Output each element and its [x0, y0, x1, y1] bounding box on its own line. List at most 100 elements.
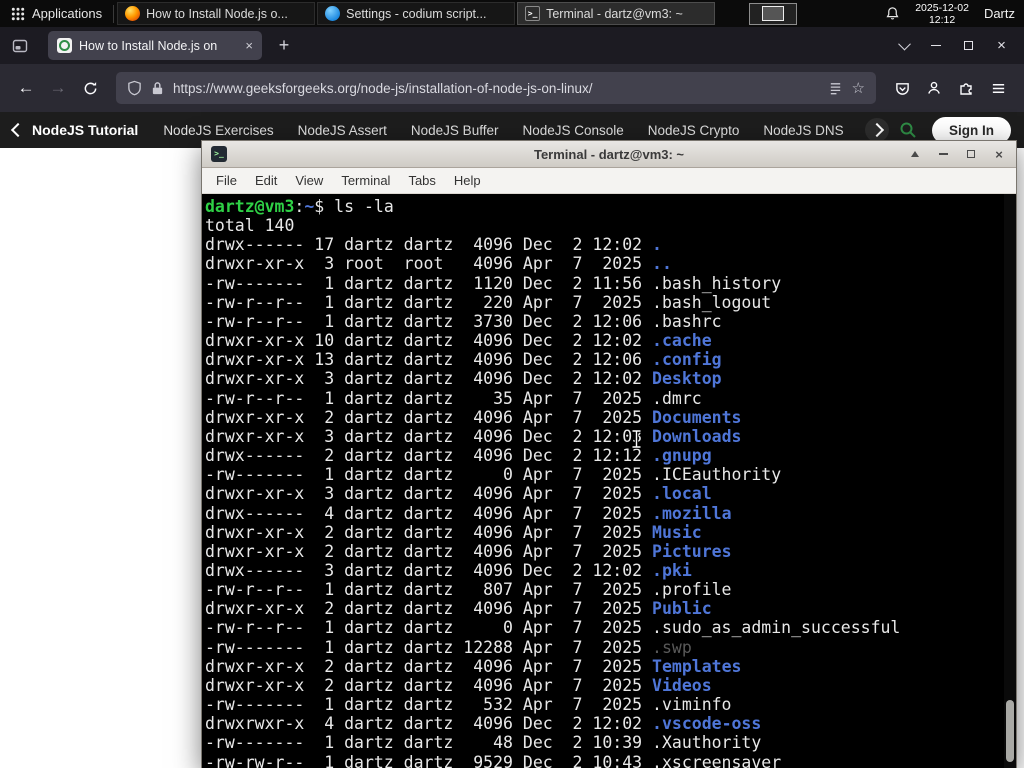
terminal-line: drwxr-xr-x 3 dartz dartz 4096 Dec 2 12:0…: [205, 426, 742, 446]
terminal-line: -rw------- 1 dartz dartz 0 Apr 7 2025 .I…: [205, 465, 782, 485]
taskbar-button[interactable]: Settings - codium script...: [317, 2, 516, 25]
menu-view[interactable]: View: [286, 168, 332, 193]
menu-help[interactable]: Help: [445, 168, 490, 193]
minimize-icon: [938, 153, 948, 155]
nav-next-chevron-icon: [869, 122, 885, 138]
new-tab-button[interactable]: +: [270, 32, 298, 60]
terminal-line: drwx------ 3 dartz dartz 4096 Dec 2 12:0…: [205, 560, 692, 580]
applications-menu[interactable]: Applications: [0, 0, 113, 27]
terminal-line: drwxr-xr-x 3 dartz dartz 4096 Apr 7 2025…: [205, 484, 712, 504]
nav-link[interactable]: NodeJS Assert: [298, 123, 387, 138]
terminal-line: drwxr-xr-x 13 dartz dartz 4096 Dec 2 12:…: [205, 350, 722, 370]
nav-link[interactable]: NodeJS Crypto: [648, 123, 740, 138]
terminal-line: drwxr-xr-x 2 dartz dartz 4096 Apr 7 2025…: [205, 407, 742, 427]
terminal-line: drwx------ 4 dartz dartz 4096 Apr 7 2025…: [205, 503, 732, 523]
terminal-line: drwxr-xr-x 10 dartz dartz 4096 Dec 2 12:…: [205, 331, 712, 351]
tab-close-icon[interactable]: ×: [243, 38, 253, 53]
terminal-window: >_ Terminal - dartz@vm3: ~ × File Edit Vie…: [201, 140, 1017, 768]
pocket-icon: [895, 82, 909, 95]
url-text[interactable]: https://www.geeksforgeeks.org/node-js/in…: [173, 81, 819, 96]
shield-icon[interactable]: [127, 80, 142, 96]
panel-status-area: 2025-12-02 12:12 Dartz: [885, 2, 1024, 26]
taskbar-button-label: How to Install Node.js o...: [146, 6, 288, 21]
workspace-switcher[interactable]: [749, 2, 798, 25]
menu-button[interactable]: [982, 72, 1014, 104]
clock-date: 2025-12-02: [915, 1, 969, 14]
nav-link-active[interactable]: NodeJS Tutorial: [32, 122, 138, 138]
browser-minimize-button[interactable]: [919, 32, 952, 60]
lock-icon[interactable]: [151, 81, 164, 96]
nav-next-button[interactable]: [865, 118, 889, 142]
terminal-shade-button[interactable]: [907, 146, 923, 162]
terminal-line: -rw-r--r-- 1 dartz dartz 0 Apr 7 2025 .s…: [205, 618, 901, 638]
nav-link[interactable]: NodeJS Buffer: [411, 123, 499, 138]
menu-terminal[interactable]: Terminal: [332, 168, 399, 193]
user-menu[interactable]: Dartz: [984, 6, 1015, 21]
top-panel: Applications How to Install Node.js o...…: [0, 0, 1024, 27]
terminal-maximize-button[interactable]: [963, 146, 979, 162]
terminal-minimize-button[interactable]: [935, 146, 951, 162]
taskbar-button[interactable]: How to Install Node.js o...: [117, 2, 316, 25]
notification-bell-icon[interactable]: [885, 6, 900, 21]
reader-mode-icon[interactable]: [828, 81, 843, 96]
tab-favicon-icon: [57, 38, 72, 53]
terminal-scrollbar[interactable]: [1004, 194, 1016, 768]
menu-edit[interactable]: Edit: [246, 168, 286, 193]
maximize-icon: [964, 41, 973, 50]
reload-icon: [84, 81, 96, 94]
search-icon[interactable]: [899, 121, 917, 139]
terminal-line: -rw-r--r-- 1 dartz dartz 220 Apr 7 2025 …: [205, 292, 772, 312]
tab-bar: How to Install Node.js on × + ×: [0, 27, 1024, 64]
terminal-line: drwx------ 2 dartz dartz 4096 Dec 2 12:1…: [205, 446, 712, 466]
terminal-line: drwxr-xr-x 2 dartz dartz 4096 Apr 7 2025…: [205, 675, 712, 695]
terminal-line: -rw------- 1 dartz dartz 1120 Dec 2 11:5…: [205, 273, 782, 293]
menu-file[interactable]: File: [207, 168, 246, 193]
reload-button[interactable]: [74, 72, 106, 104]
applications-label: Applications: [32, 6, 103, 21]
terminal-close-button[interactable]: ×: [991, 146, 1007, 162]
terminal-line: -rw-rw-r-- 1 dartz dartz 9529 Dec 2 10:4…: [205, 752, 782, 768]
terminal-line: drwxr-xr-x 2 dartz dartz 4096 Apr 7 2025…: [205, 541, 732, 561]
url-bar[interactable]: https://www.geeksforgeeks.org/node-js/in…: [116, 72, 876, 104]
back-button[interactable]: ←: [10, 72, 42, 104]
bookmark-star-icon[interactable]: ☆: [852, 79, 865, 97]
nav-link[interactable]: NodeJS DNS: [763, 123, 843, 138]
terminal-line: drwxr-xr-x 2 dartz dartz 4096 Apr 7 2025…: [205, 599, 712, 619]
terminal-scrollbar-thumb[interactable]: [1006, 700, 1014, 762]
terminal-line: total 140: [205, 216, 295, 236]
browser-maximize-button[interactable]: [952, 32, 985, 60]
account-icon: [928, 81, 940, 94]
codium-icon: [325, 6, 341, 21]
forward-button[interactable]: →: [42, 72, 74, 104]
hamburger-menu-icon: [992, 83, 1004, 93]
clock[interactable]: 2025-12-02 12:12: [915, 2, 969, 26]
terminal-titlebar[interactable]: >_ Terminal - dartz@vm3: ~ ×: [202, 141, 1016, 168]
list-all-tabs-button[interactable]: [889, 32, 919, 60]
chevron-down-icon: [897, 37, 911, 51]
terminal-menubar: File Edit View Terminal Tabs Help: [202, 168, 1016, 194]
pocket-button[interactable]: [886, 72, 918, 104]
extensions-puzzle-icon: [960, 83, 972, 95]
taskbar: How to Install Node.js o... Settings - co…: [117, 0, 717, 27]
extensions-button[interactable]: [950, 72, 982, 104]
terminal-line: drwxr-xr-x 2 dartz dartz 4096 Apr 7 2025…: [205, 522, 702, 542]
terminal-screen[interactable]: dartz@vm3:~$ ls -la total 140 drwx------ 1…: [202, 194, 1016, 768]
terminal-line: -rw-r--r-- 1 dartz dartz 35 Apr 7 2025 .…: [205, 388, 702, 408]
browser-tab[interactable]: How to Install Node.js on ×: [48, 31, 262, 60]
browser-close-button[interactable]: ×: [985, 32, 1018, 60]
terminal-line: drwxr-xr-x 3 root root 4096 Apr 7 2025 .…: [205, 254, 672, 274]
nav-link[interactable]: NodeJS Console: [522, 123, 623, 138]
firefox-view-icon[interactable]: [6, 32, 34, 60]
nav-link[interactable]: NodeJS Exercises: [163, 123, 273, 138]
terminal-line: -rw------- 1 dartz dartz 12288 Apr 7 202…: [205, 637, 692, 657]
taskbar-button-label: Settings - codium script...: [346, 6, 487, 21]
workspace-window-thumbnail: [762, 6, 785, 21]
taskbar-button[interactable]: >_ Terminal - dartz@vm3: ~: [517, 2, 716, 25]
firefox-icon: [125, 6, 141, 21]
terminal-line: -rw-r--r-- 1 dartz dartz 807 Apr 7 2025 …: [205, 580, 732, 600]
terminal-line: drwxr-xr-x 2 dartz dartz 4096 Apr 7 2025…: [205, 656, 742, 676]
nav-prev-chevron-icon[interactable]: [10, 122, 26, 138]
account-button[interactable]: [918, 72, 950, 104]
panel-separator: [113, 4, 115, 23]
menu-tabs[interactable]: Tabs: [399, 168, 444, 193]
